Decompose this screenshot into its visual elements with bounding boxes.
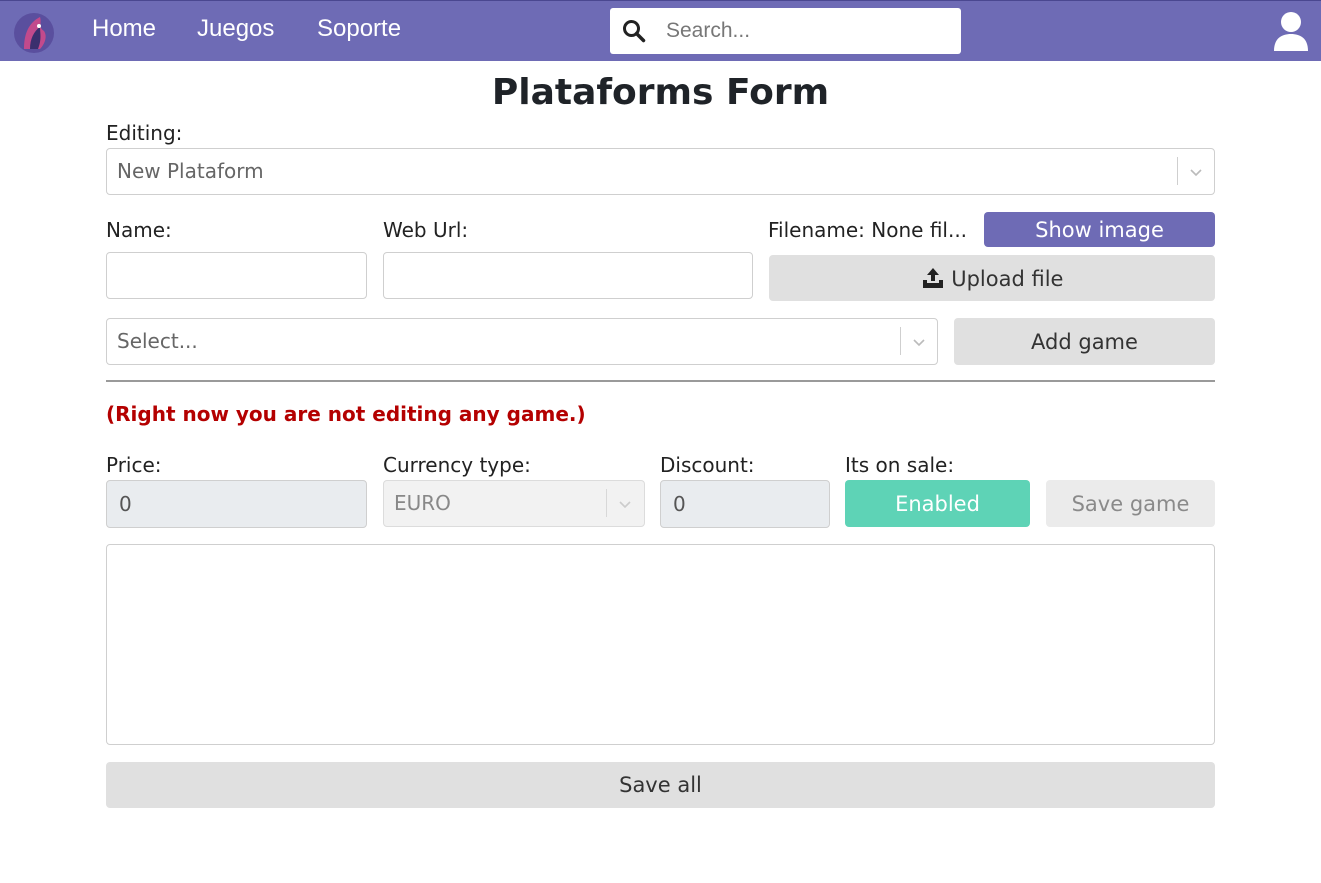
discount-input[interactable]: 0 — [660, 480, 830, 528]
editing-label: Editing: — [106, 121, 183, 145]
page-title: Plataforms Form — [491, 72, 830, 113]
search-input[interactable] — [666, 8, 956, 54]
select-separator — [900, 327, 901, 355]
editing-select-value: New Plataform — [117, 159, 264, 183]
knight-logo-icon[interactable] — [10, 9, 58, 55]
chevron-down-icon — [913, 339, 925, 347]
nav-link-juegos[interactable]: Juegos — [197, 15, 274, 43]
on-sale-toggle[interactable]: Enabled — [845, 480, 1030, 527]
divider — [106, 380, 1215, 382]
name-label: Name: — [106, 218, 172, 242]
filename-label: Filename: None fil... — [768, 218, 968, 242]
price-label: Price: — [106, 453, 162, 477]
upload-icon — [922, 267, 943, 288]
currency-select-value: EURO — [394, 491, 451, 515]
search-box — [610, 8, 961, 54]
on-sale-label: Its on sale: — [845, 453, 955, 477]
weburl-label: Web Url: — [383, 218, 469, 242]
upload-file-button[interactable]: Upload file — [769, 255, 1215, 301]
top-navbar: Home Juegos Soporte — [0, 0, 1321, 61]
nav-link-soporte[interactable]: Soporte — [317, 15, 401, 43]
search-icon — [623, 20, 646, 43]
chevron-down-icon — [619, 501, 631, 509]
editing-select[interactable]: New Plataform — [106, 148, 1215, 195]
name-input[interactable] — [106, 252, 367, 299]
save-game-button[interactable]: Save game — [1046, 480, 1215, 527]
description-textarea[interactable] — [106, 544, 1215, 745]
select-separator — [1177, 157, 1178, 185]
nav-link-home[interactable]: Home — [92, 15, 156, 43]
select-separator — [606, 489, 607, 517]
user-icon[interactable] — [1272, 11, 1310, 51]
chevron-down-icon — [1190, 169, 1202, 177]
price-input[interactable]: 0 — [106, 480, 367, 528]
editing-notice: (Right now you are not editing any game.… — [106, 402, 586, 426]
save-all-button[interactable]: Save all — [106, 762, 1215, 808]
game-select[interactable]: Select... — [106, 318, 938, 365]
show-image-button[interactable]: Show image — [984, 212, 1215, 247]
add-game-button[interactable]: Add game — [954, 318, 1215, 365]
weburl-input[interactable] — [383, 252, 753, 299]
currency-label: Currency type: — [383, 453, 531, 477]
game-select-placeholder: Select... — [117, 329, 198, 353]
discount-label: Discount: — [660, 453, 755, 477]
currency-select[interactable]: EURO — [383, 480, 645, 527]
upload-file-label: Upload file — [951, 266, 1064, 291]
